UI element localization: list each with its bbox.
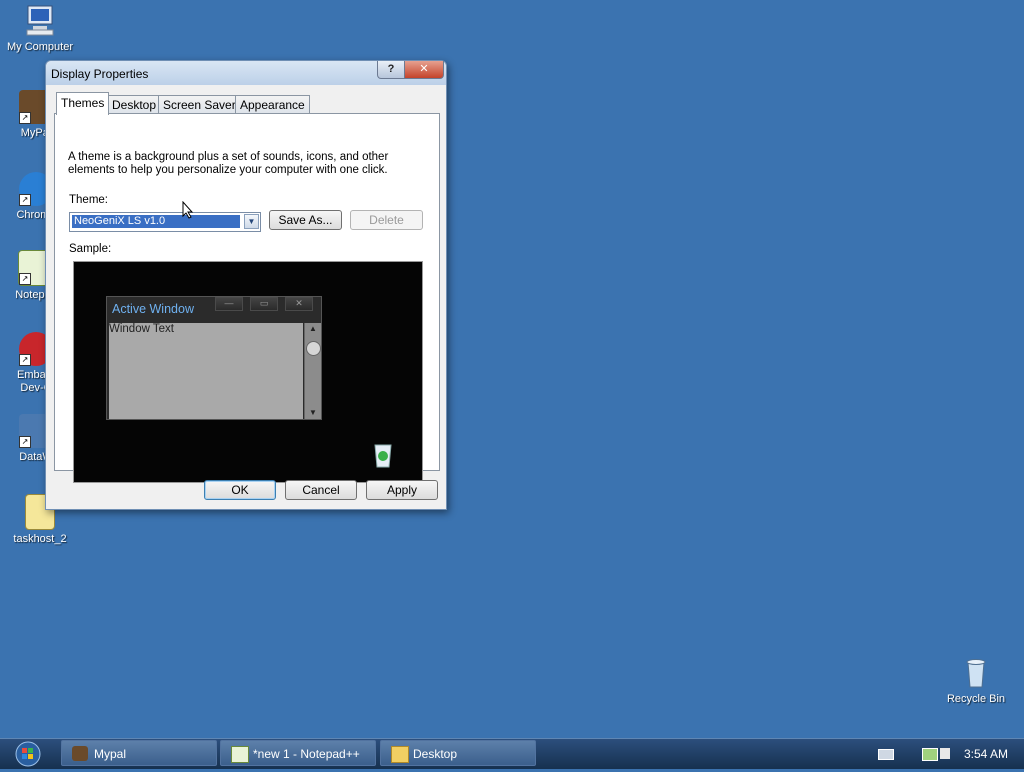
tab-appearance[interactable]: Appearance	[235, 95, 310, 114]
system-tray: 3:54 AM	[874, 739, 1024, 769]
sample-maximize-icon: ▭	[250, 297, 278, 311]
dialog-client: Themes Desktop Screen Saver Appearance A…	[46, 85, 446, 509]
desktop-icon-label: Recycle Bin	[946, 693, 1006, 705]
taskbar-item-label: Desktop	[413, 747, 458, 761]
sample-window-body: Window Text	[109, 323, 303, 419]
tab-screen-saver[interactable]: Screen Saver	[158, 95, 241, 114]
sample-window-text: Window Text	[109, 323, 174, 335]
scroll-thumb	[306, 341, 321, 356]
desktop-icon-recycle-bin[interactable]: Recycle Bin	[936, 656, 1016, 706]
shortcut-arrow-icon: ↗	[19, 436, 31, 448]
shortcut-arrow-icon: ↗	[19, 112, 31, 124]
sample-window-title: Active Window	[112, 302, 194, 316]
taskbar-clock[interactable]: 3:54 AM	[964, 747, 1008, 761]
recycle-bin-icon	[959, 656, 993, 690]
notepadpp-icon	[231, 746, 249, 763]
taskbar-item-desktop[interactable]: Desktop	[380, 740, 536, 766]
keyboard-icon[interactable]	[878, 749, 894, 760]
delete-button[interactable]: Delete	[350, 210, 423, 230]
apply-button[interactable]: Apply	[366, 480, 438, 500]
sample-active-window: Active Window — ▭ ✕ Window Text ▲ ▼	[106, 296, 322, 420]
theme-selected-value: NeoGeniX LS v1.0	[72, 215, 240, 228]
chevron-down-icon[interactable]: ▼	[244, 214, 259, 229]
taskbar-item-label: Mypal	[94, 747, 127, 761]
sample-minimize-icon: —	[215, 297, 243, 311]
desktop-icon-label: My Computer	[6, 41, 74, 53]
taskbar-item-mypal[interactable]: Mypal	[61, 740, 217, 766]
theme-sample-preview: Active Window — ▭ ✕ Window Text ▲ ▼	[73, 261, 423, 483]
network-icon[interactable]	[922, 748, 938, 761]
sample-recycle-bin-icon	[370, 440, 396, 468]
dialog-title: Display Properties	[51, 67, 149, 81]
cancel-button[interactable]: Cancel	[285, 480, 357, 500]
close-button[interactable]: ✕	[404, 61, 444, 79]
save-as-button[interactable]: Save As...	[269, 210, 342, 230]
ok-button[interactable]: OK	[204, 480, 276, 500]
mouse-cursor-icon	[182, 200, 194, 219]
sample-close-icon: ✕	[285, 297, 313, 311]
shortcut-arrow-icon: ↗	[19, 354, 31, 366]
volume-icon[interactable]	[940, 748, 950, 759]
theme-description: A theme is a background plus a set of so…	[68, 151, 389, 176]
start-button[interactable]	[4, 739, 48, 769]
folder-icon	[391, 746, 409, 763]
taskbar-item-notepadpp[interactable]: *new 1 - Notepad++	[220, 740, 376, 766]
shortcut-arrow-icon: ↗	[19, 194, 31, 206]
scroll-down-icon: ▼	[309, 408, 317, 417]
sample-label: Sample:	[69, 243, 112, 255]
themes-panel: A theme is a background plus a set of so…	[54, 113, 440, 483]
tab-desktop[interactable]: Desktop	[107, 95, 162, 114]
dialog-titlebar[interactable]: Display Properties ? ✕	[46, 61, 446, 85]
desktop-icon-label: taskhost_2	[13, 533, 67, 545]
desktop-icon-my-computer[interactable]: My Computer	[0, 4, 80, 54]
display-properties-dialog: Display Properties ? ✕ Themes Desktop Sc…	[45, 60, 447, 510]
sample-scrollbar: ▲ ▼	[304, 323, 321, 419]
windows-logo-icon	[15, 741, 41, 767]
shortcut-arrow-icon: ↗	[19, 273, 31, 285]
theme-label: Theme:	[69, 194, 108, 206]
theme-dropdown[interactable]: NeoGeniX LS v1.0 ▼	[69, 212, 261, 232]
taskbar: Mypal *new 1 - Notepad++ Desktop 3:54 AM	[0, 738, 1024, 769]
computer-icon	[23, 4, 57, 38]
mypal-icon	[72, 746, 88, 761]
taskbar-item-label: *new 1 - Notepad++	[253, 747, 360, 761]
help-button[interactable]: ?	[377, 61, 405, 79]
tab-themes[interactable]: Themes	[56, 92, 110, 115]
scroll-up-icon: ▲	[309, 324, 317, 333]
